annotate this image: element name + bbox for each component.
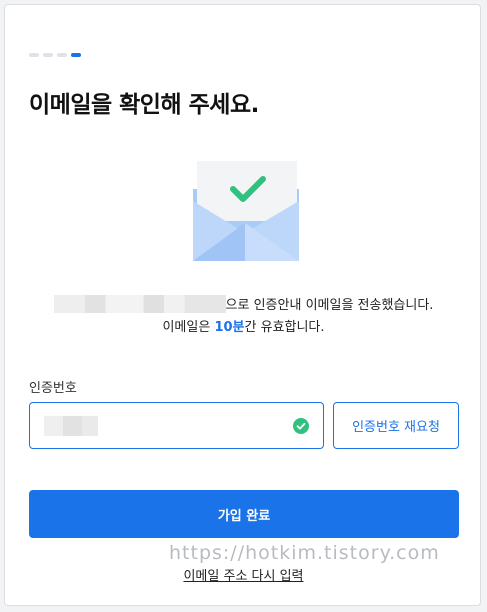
resend-code-button[interactable]: 인증번호 재요청 bbox=[333, 402, 459, 449]
validity-duration: 10분 bbox=[214, 320, 245, 335]
verification-code-input[interactable] bbox=[29, 402, 324, 449]
complete-signup-button[interactable]: 가입 완료 bbox=[29, 490, 459, 538]
reenter-email-link[interactable]: 이메일 주소 다시 입력 bbox=[5, 565, 482, 584]
validity-prefix: 이메일은 bbox=[162, 320, 215, 335]
code-field-label: 인증번호 bbox=[29, 381, 77, 396]
signup-card: 이메일을 확인해 주세요. 으로 인증안내 이메일을 전송했습니다. 이메일은 … bbox=[4, 4, 481, 606]
progress-step-current bbox=[71, 53, 81, 57]
watermark-text: https://hotkim.tistory.com bbox=[169, 542, 440, 564]
sent-message-line-1: 으로 인증안내 이메일을 전송했습니다. bbox=[5, 295, 482, 317]
sent-message-text: 으로 인증안내 이메일을 전송했습니다. bbox=[225, 298, 434, 313]
progress-step bbox=[43, 53, 53, 57]
redacted-code-value bbox=[44, 416, 98, 436]
sent-message: 으로 인증안내 이메일을 전송했습니다. 이메일은 10분간 유효합니다. bbox=[5, 295, 482, 339]
progress-step bbox=[57, 53, 67, 57]
envelope-check-icon bbox=[189, 161, 301, 265]
progress-steps bbox=[29, 53, 81, 57]
sent-message-line-2: 이메일은 10분간 유효합니다. bbox=[5, 317, 482, 339]
validity-suffix: 간 유효합니다. bbox=[244, 320, 325, 335]
check-circle-icon bbox=[293, 418, 309, 434]
redacted-email bbox=[53, 295, 226, 313]
page-title: 이메일을 확인해 주세요. bbox=[29, 92, 259, 118]
progress-step bbox=[29, 53, 39, 57]
